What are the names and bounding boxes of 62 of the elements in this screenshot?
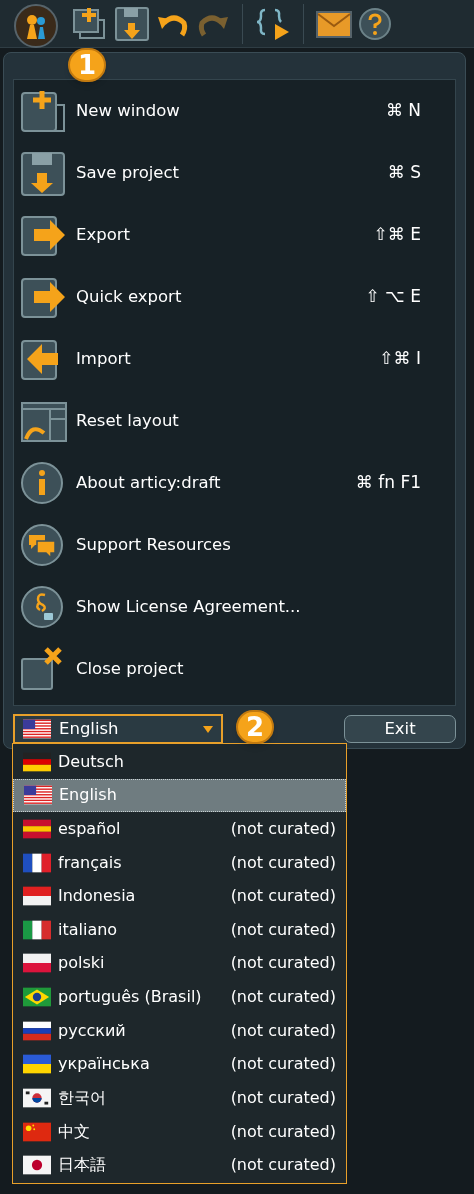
menu-item[interactable]: About articy:draft ⌘ fn F1 bbox=[14, 452, 455, 514]
note-label: (not curated) bbox=[230, 1086, 336, 1109]
menu-item[interactable]: Support Resources bbox=[14, 514, 455, 576]
shortcut-label: ⇧ ⌥ E bbox=[365, 285, 421, 309]
note-label: (not curated) bbox=[230, 885, 336, 908]
language-option[interactable]: 中文 (not curated) bbox=[13, 1114, 346, 1149]
flag-icon bbox=[23, 1155, 51, 1176]
language-option[interactable]: русский (not curated) bbox=[13, 1013, 346, 1048]
shortcut-label: ⌘ N bbox=[385, 99, 421, 123]
note-label: (not curated) bbox=[230, 851, 336, 874]
language-option[interactable]: Indonesia (not curated) bbox=[13, 879, 346, 914]
note-label: (not curated) bbox=[230, 818, 336, 841]
menu-item[interactable]: Close project bbox=[14, 638, 455, 700]
flag-icon bbox=[23, 852, 51, 873]
flag-icon bbox=[23, 1087, 51, 1108]
mail-icon[interactable] bbox=[316, 8, 352, 39]
flag-icon bbox=[23, 751, 51, 772]
flag-icon bbox=[23, 1121, 51, 1142]
language-option[interactable]: Deutsch bbox=[13, 745, 346, 779]
language-option[interactable]: português (Brasil) (not curated) bbox=[13, 980, 346, 1014]
menu-item[interactable]: Reset layout bbox=[14, 390, 455, 452]
note-label: (not curated) bbox=[230, 1053, 336, 1076]
language-option[interactable]: 한국어 (not curated) bbox=[13, 1081, 346, 1115]
flag-icon bbox=[23, 919, 51, 940]
menu-item[interactable]: Import ⇧⌘ I bbox=[14, 328, 455, 390]
flag-icon bbox=[24, 785, 52, 806]
new-window-icon[interactable] bbox=[72, 5, 108, 42]
shortcut-label: ⇧⌘ I bbox=[379, 347, 421, 371]
note-label: (not curated) bbox=[230, 1120, 336, 1143]
help-icon[interactable] bbox=[358, 6, 392, 41]
note-label: (not curated) bbox=[230, 1154, 336, 1177]
flag-icon bbox=[23, 1020, 51, 1041]
user-avatar-button[interactable] bbox=[14, 3, 58, 48]
exit-button[interactable]: Exit bbox=[344, 715, 456, 743]
shortcut-label: ⌘ S bbox=[387, 161, 421, 185]
caret-icon bbox=[203, 725, 213, 733]
language-option[interactable]: polski (not curated) bbox=[13, 946, 346, 981]
language-option[interactable]: English bbox=[13, 778, 346, 813]
flag-icon bbox=[23, 819, 51, 840]
shortcut-label: ⇧⌘ E bbox=[373, 223, 421, 247]
note-label: (not curated) bbox=[230, 952, 336, 975]
note-label: (not curated) bbox=[230, 1019, 336, 1042]
language-option[interactable]: español (not curated) bbox=[13, 812, 346, 846]
language-select[interactable]: English bbox=[13, 714, 223, 744]
shortcut-label: ⌘ fn F1 bbox=[355, 471, 421, 495]
language-option[interactable]: italiano (not curated) bbox=[13, 913, 346, 947]
language-option[interactable]: українська (not curated) bbox=[13, 1047, 346, 1082]
language-option[interactable]: français (not curated) bbox=[13, 845, 346, 880]
flag-icon bbox=[23, 953, 51, 974]
note-label: (not curated) bbox=[230, 986, 336, 1009]
flag-icon bbox=[23, 987, 51, 1008]
note-label: (not curated) bbox=[230, 918, 336, 941]
language-option[interactable]: 日本語 (not curated) bbox=[13, 1148, 346, 1182]
flag-icon bbox=[23, 719, 51, 739]
menu-item[interactable]: New window ⌘ N bbox=[14, 80, 455, 142]
callout-badge: 1 bbox=[68, 48, 106, 82]
menu-item[interactable]: Save project ⌘ S bbox=[14, 142, 455, 204]
menu-item[interactable]: Export ⇧⌘ E bbox=[14, 204, 455, 266]
flag-icon bbox=[23, 886, 51, 907]
flag-icon bbox=[23, 1054, 51, 1075]
menu-item[interactable]: Show License Agreement... bbox=[14, 576, 455, 638]
menu-item[interactable]: Quick export ⇧ ⌥ E bbox=[14, 266, 455, 328]
